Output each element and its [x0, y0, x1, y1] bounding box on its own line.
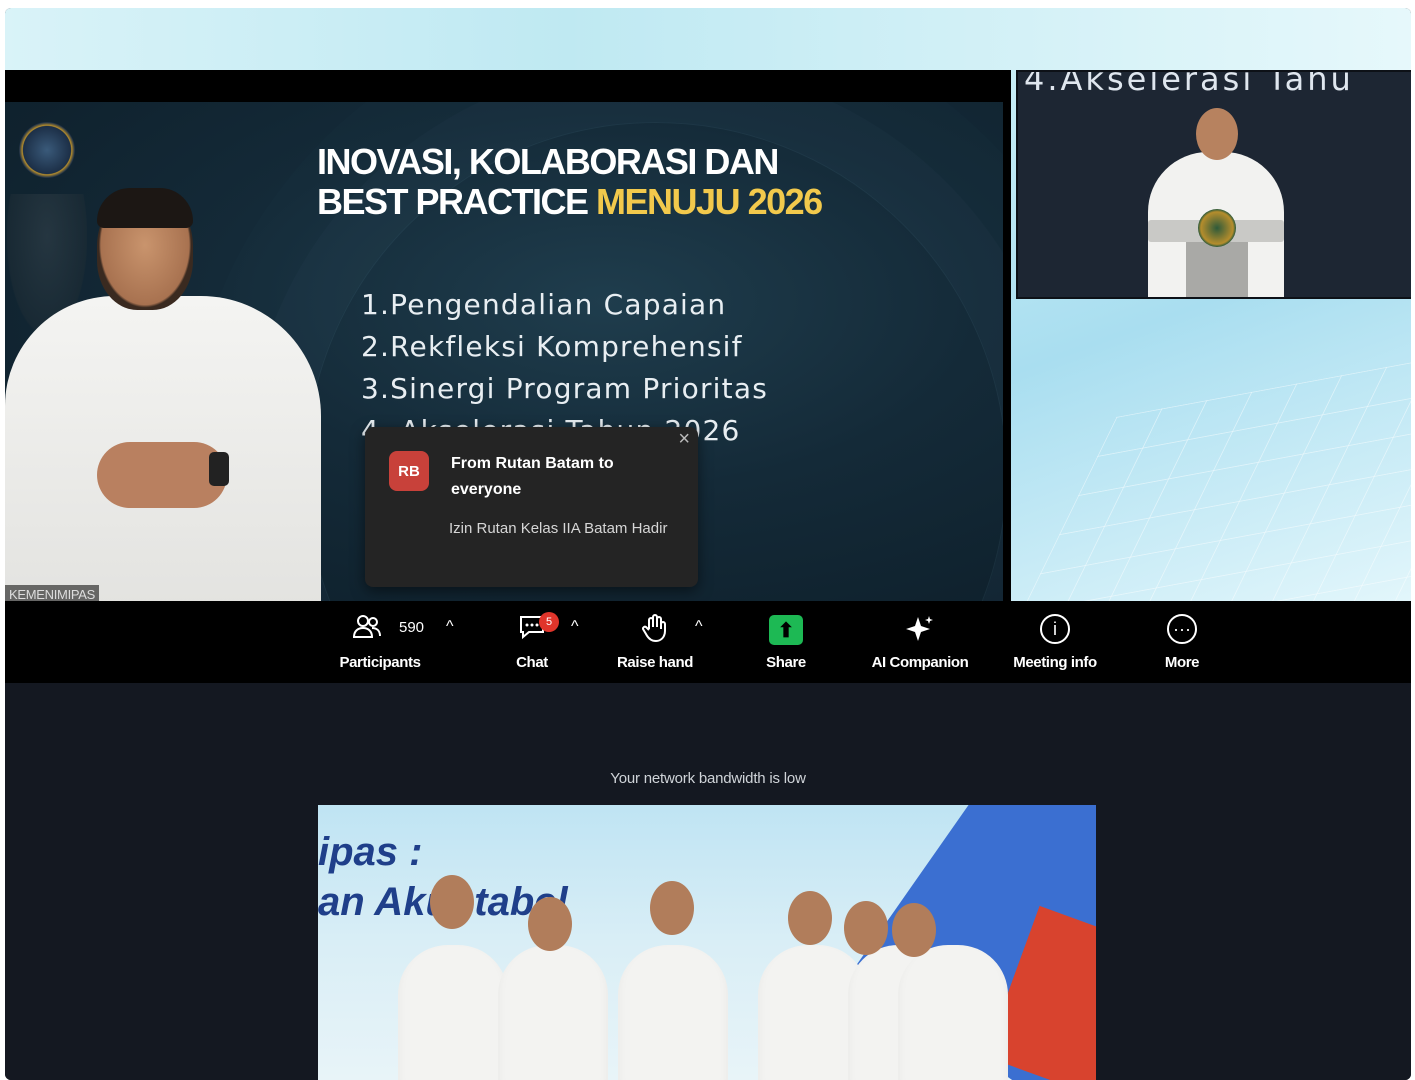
person	[618, 945, 728, 1080]
chat-button[interactable]: 5 Chat	[502, 601, 562, 683]
agenda-item: 2.Rekfleksi Komprehensif	[361, 330, 743, 363]
raise-hand-button[interactable]: Raise hand	[610, 601, 700, 683]
agenda-item: 1.Pengendalian Capaian	[361, 288, 727, 321]
chat-unread-badge: 5	[539, 612, 559, 632]
sparkle-icon	[904, 613, 936, 651]
info-icon: i	[1040, 614, 1070, 644]
slide-title-line2-highlight: MENUJU 2026	[596, 181, 823, 222]
slide-title-line2: BEST PRACTICE MENUJU 2026	[317, 182, 957, 222]
emblem-logo	[19, 122, 75, 178]
person-head	[788, 891, 832, 945]
slide-title-line2-white: BEST PRACTICE	[317, 181, 589, 222]
chat-notification[interactable]: RB × From Rutan Batam to everyone Izin R…	[365, 427, 698, 587]
meeting-info-button[interactable]: i Meeting info	[1000, 601, 1110, 683]
person-head	[430, 875, 474, 929]
share-icon: ⬆	[769, 615, 803, 645]
backdrop-text-line1: ipas :	[318, 830, 423, 874]
speaker-hair	[97, 188, 193, 228]
chat-message: Izin Rutan Kelas IIA Batam Hadir	[449, 520, 668, 537]
person-head	[844, 901, 888, 955]
person	[898, 945, 1008, 1080]
chat-caret-icon[interactable]: ^	[571, 618, 579, 636]
person	[398, 945, 508, 1080]
meeting-toolbar: 590 Participants ^ 5 Chat ^ Raise hand ^…	[5, 601, 1411, 683]
avatar: RB	[389, 451, 429, 491]
speaker-hands	[97, 442, 227, 508]
ai-companion-label: AI Companion	[871, 654, 969, 671]
more-button[interactable]: ··· More	[1152, 601, 1212, 683]
participants-label: Participants	[339, 654, 421, 671]
grid-decoration	[1011, 329, 1411, 601]
participant-name-tag: KEMENIMIPAS	[5, 585, 100, 601]
second-meeting-view: Your network bandwidth is low ipas : an …	[5, 683, 1411, 1080]
meeting-info-label: Meeting info	[1013, 654, 1097, 671]
group-of-officials	[318, 875, 1096, 1080]
podium-seal	[1198, 209, 1236, 247]
more-label: More	[1164, 654, 1200, 671]
share-button[interactable]: ⬆ Share	[756, 601, 816, 683]
podium-speaker-head	[1196, 108, 1238, 160]
share-label: Share	[766, 654, 806, 671]
slide-title: INOVASI, KOLABORASI DAN BEST PRACTICE ME…	[317, 142, 957, 222]
participant-thumbnail[interactable]: 4.Akselerasi Tahu	[1016, 70, 1411, 299]
participant-count: 590	[399, 619, 425, 636]
speaker-watch	[209, 452, 229, 486]
agenda-item: 3.Sinergi Program Prioritas	[361, 372, 768, 405]
second-video-feed[interactable]: ipas : an Akuntabel	[318, 805, 1096, 1080]
main-video-stage[interactable]: INOVASI, KOLABORASI DAN BEST PRACTICE ME…	[5, 70, 1011, 601]
podium-stand	[1186, 242, 1248, 297]
raise-hand-label: Raise hand	[616, 654, 694, 671]
person	[498, 945, 608, 1080]
person-head	[892, 903, 936, 957]
person-head	[528, 897, 572, 951]
slide-title-line1: INOVASI, KOLABORASI DAN	[317, 141, 779, 182]
bandwidth-warning: Your network bandwidth is low	[610, 770, 806, 787]
hand-icon	[640, 613, 670, 649]
more-icon: ···	[1167, 614, 1197, 644]
raise-hand-caret-icon[interactable]: ^	[695, 618, 703, 636]
chat-sender: From Rutan Batam to everyone	[451, 455, 614, 498]
meeting-window: INOVASI, KOLABORASI DAN BEST PRACTICE ME…	[5, 8, 1411, 1080]
participants-icon	[352, 613, 382, 647]
side-panel: 4.Akselerasi Tahu	[1011, 70, 1411, 601]
chat-label: Chat	[516, 654, 548, 671]
ai-companion-button[interactable]: AI Companion	[860, 601, 980, 683]
close-icon[interactable]: ×	[678, 429, 690, 449]
person-head	[650, 881, 694, 935]
participants-button[interactable]: 590 Participants	[325, 601, 435, 683]
top-band	[5, 8, 1411, 70]
speaker-video	[5, 188, 325, 601]
thumbnail-banner: 4.Akselerasi Tahu	[1024, 70, 1354, 98]
participants-caret-icon[interactable]: ^	[446, 618, 454, 636]
